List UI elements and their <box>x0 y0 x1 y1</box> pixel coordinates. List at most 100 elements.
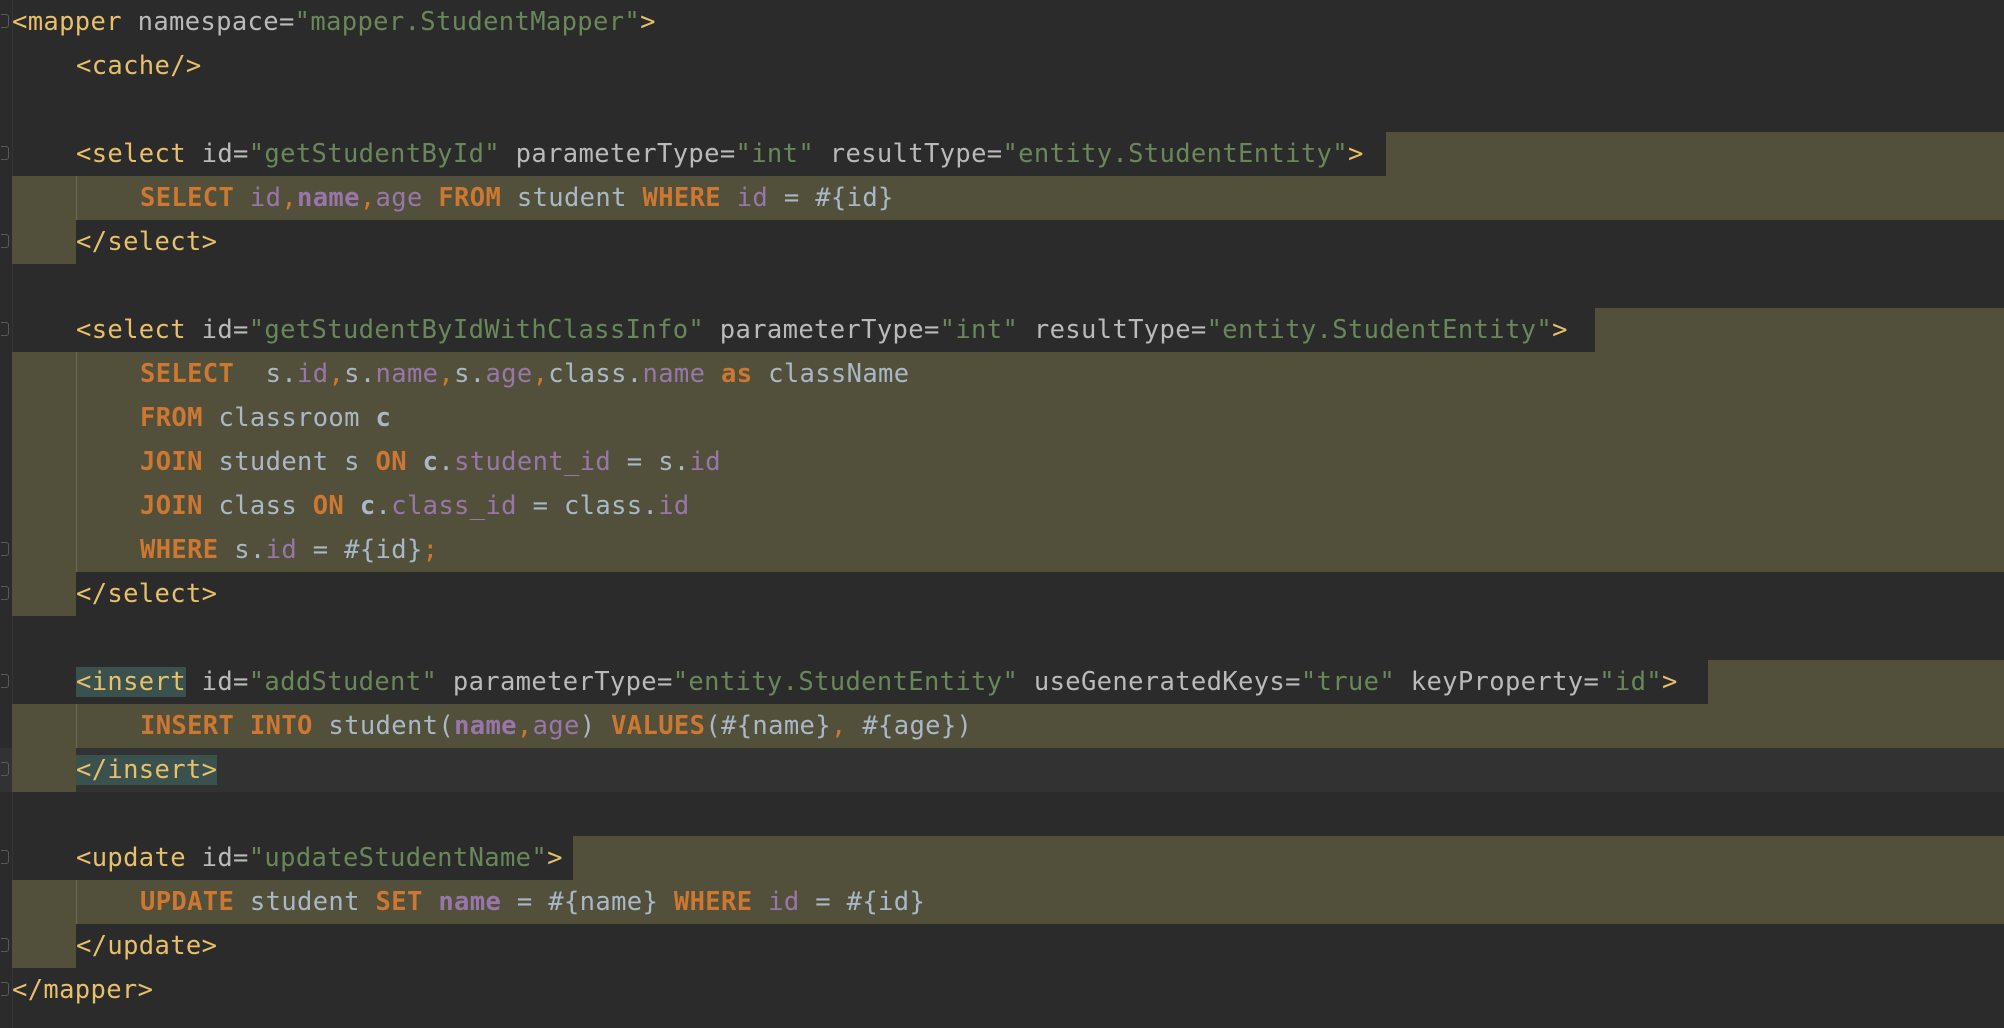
xml-attribute: parameterType= <box>437 667 673 697</box>
sql-punctuation: , <box>438 359 455 389</box>
code-text: <insert id="addStudent" parameterType="e… <box>76 660 1678 704</box>
code-text: <select id="getStudentById" parameterTyp… <box>76 132 1364 176</box>
sql-column: id <box>658 491 690 521</box>
sql-punctuation: , <box>328 359 345 389</box>
xml-tag: <cache/> <box>76 51 202 81</box>
sql-column: id <box>265 535 298 565</box>
xml-attribute: namespace= <box>121 7 295 37</box>
code-line[interactable]: <update id="updateStudentName"> <box>0 836 2004 880</box>
sql-alias: c <box>375 403 392 433</box>
sql-identifier: = #{id} <box>799 887 926 917</box>
sql-column: id <box>768 887 800 917</box>
xml-attribute: parameterType= <box>499 139 736 169</box>
xml-tag: > <box>640 7 656 37</box>
sql-injection-highlight <box>12 924 76 968</box>
code-line[interactable]: SELECT id,name,age FROM student WHERE id… <box>0 176 2004 220</box>
xml-tag: > <box>1662 667 1678 697</box>
fold-marker-icon[interactable] <box>1 982 9 996</box>
fold-marker-icon[interactable] <box>1 938 9 952</box>
fold-marker-icon[interactable] <box>1 542 9 556</box>
code-line[interactable]: </mapper> <box>0 968 2004 1012</box>
sql-identifier: (#{name} <box>705 711 831 741</box>
xml-attribute-value: "updateStudentName" <box>248 843 548 873</box>
xml-attribute-value: "true" <box>1300 667 1396 697</box>
xml-attribute: id= <box>185 315 249 345</box>
sql-space <box>721 183 737 213</box>
xml-tag: <update <box>76 843 186 873</box>
fold-marker-icon[interactable] <box>1 322 9 336</box>
code-line[interactable]: JOIN class ON c.class_id = class.id <box>0 484 2004 528</box>
matched-tag-highlight: </insert> <box>76 755 218 785</box>
fold-marker-icon[interactable] <box>1 586 9 600</box>
code-line[interactable]: </select> <box>0 572 2004 616</box>
code-line[interactable]: INSERT INTO student(name,age) VALUES(#{n… <box>0 704 2004 748</box>
sql-space <box>407 447 423 477</box>
code-line[interactable]: JOIN student s ON c.student_id = s.id <box>0 440 2004 484</box>
code-text: <mapper namespace="mapper.StudentMapper"… <box>12 0 656 44</box>
xml-attribute: parameterType= <box>704 315 940 345</box>
sql-column: class_id <box>391 491 517 521</box>
fold-marker-icon[interactable] <box>1 234 9 248</box>
sql-punctuation: , <box>532 359 549 389</box>
code-line[interactable]: <mapper namespace="mapper.StudentMapper"… <box>0 0 2004 44</box>
code-line[interactable]: </update> <box>0 924 2004 968</box>
sql-space <box>234 711 250 741</box>
code-text: <cache/> <box>76 44 202 88</box>
xml-tag: </select> <box>76 579 218 609</box>
sql-injection-highlight <box>1595 308 2004 352</box>
xml-tag: > <box>1347 139 1364 169</box>
indent-guide <box>76 880 77 924</box>
xml-attribute: resultType= <box>1018 315 1207 345</box>
code-line[interactable]: </select> <box>0 220 2004 264</box>
sql-punctuation: , <box>516 711 533 741</box>
sql-keyword: SET <box>375 887 423 917</box>
code-line[interactable]: <select id="getStudentByIdWithClassInfo"… <box>0 308 2004 352</box>
sql-identifier: student( <box>312 711 455 741</box>
code-editor[interactable]: <mapper namespace="mapper.StudentMapper"… <box>0 0 2004 1028</box>
sql-column: age <box>485 359 533 389</box>
xml-tag: <select <box>76 139 186 169</box>
sql-column: name <box>642 359 706 389</box>
xml-tag: < <box>76 667 92 697</box>
code-line[interactable]: FROM classroom c <box>0 396 2004 440</box>
sql-space <box>423 183 439 213</box>
sql-text: JOIN class ON c.class_id = class.id <box>140 484 690 528</box>
code-line[interactable]: UPDATE student SET name = #{name} WHERE … <box>0 880 2004 924</box>
sql-identifier: classroom <box>202 403 376 433</box>
sql-punctuation: , <box>830 711 847 741</box>
fold-marker-icon[interactable] <box>1 674 9 688</box>
indent-guide <box>76 440 77 484</box>
sql-keyword: JOIN <box>140 491 203 521</box>
xml-attribute-value: "entity.StudentEntity" <box>672 667 1019 697</box>
sql-identifier: = #{id} <box>297 535 423 565</box>
fold-marker-icon[interactable] <box>1 146 9 160</box>
code-line[interactable]: WHERE s.id = #{id}; <box>0 528 2004 572</box>
sql-column: name <box>375 359 439 389</box>
fold-marker-icon[interactable] <box>1 14 9 28</box>
sql-keyword: FROM <box>140 403 203 433</box>
indent-guide <box>76 528 77 572</box>
sql-alias: c <box>422 447 439 477</box>
sql-text: UPDATE student SET name = #{name} WHERE … <box>140 880 925 924</box>
code-line[interactable]: <cache/> <box>0 44 2004 88</box>
sql-text: SELECT id,name,age FROM student WHERE id… <box>140 176 894 220</box>
sql-text: FROM classroom c <box>140 396 391 440</box>
sql-injection-highlight <box>12 220 76 264</box>
xml-attribute: id= <box>185 139 249 169</box>
code-line[interactable]: <insert id="addStudent" parameterType="e… <box>0 660 2004 704</box>
sql-column: age <box>532 711 580 741</box>
sql-punctuation: , <box>359 183 376 213</box>
fold-marker-icon[interactable] <box>1 850 9 864</box>
sql-identifier: class <box>202 491 313 521</box>
code-line-current[interactable]: </insert> <box>0 748 2004 792</box>
code-line[interactable]: <select id="getStudentById" parameterTyp… <box>0 132 2004 176</box>
code-text: <update id="updateStudentName"> <box>76 836 563 880</box>
sql-punctuation: , <box>281 183 298 213</box>
xml-attribute-value: "mapper.StudentMapper" <box>294 7 641 37</box>
sql-space <box>234 183 250 213</box>
indent-guide <box>76 352 77 396</box>
code-line[interactable]: SELECT s.id,s.name,s.age,class.name as c… <box>0 352 2004 396</box>
sql-keyword: ON <box>375 447 407 477</box>
sql-identifier: student <box>501 183 643 213</box>
fold-marker-icon[interactable] <box>1 762 9 776</box>
